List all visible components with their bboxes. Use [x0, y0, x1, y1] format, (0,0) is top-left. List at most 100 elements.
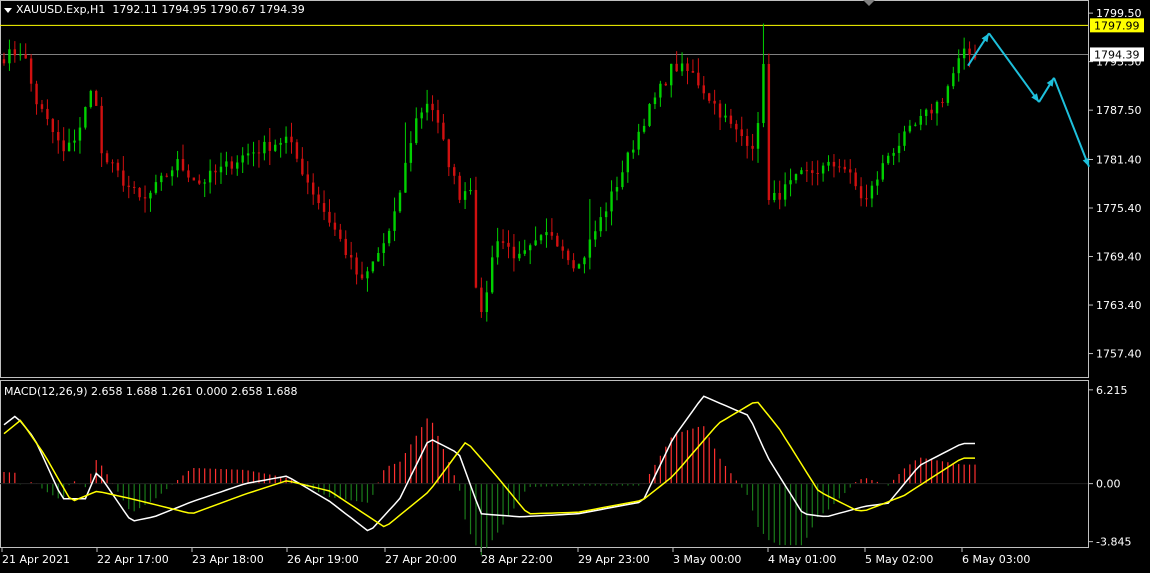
candle-body [409, 143, 413, 163]
price-tick-label: 1787.50 [1096, 104, 1142, 117]
candle-body [534, 240, 537, 246]
price-tick-label: 1781.40 [1096, 153, 1142, 166]
candle-body [447, 139, 451, 168]
candle-body [122, 170, 125, 186]
macd-tick-label: 0.00 [1096, 478, 1121, 491]
macd-signal-line [3, 401, 975, 528]
candle-body [73, 140, 76, 143]
candle-body [442, 122, 445, 140]
candle-body [946, 86, 950, 103]
candle-body [371, 261, 375, 272]
candle-body [35, 83, 38, 105]
candle-body [805, 170, 809, 172]
candle-body [290, 136, 293, 143]
candle-body [637, 131, 640, 150]
candle-body [778, 192, 781, 200]
candle-body [892, 152, 895, 156]
candle-body [246, 153, 250, 156]
candle-body [192, 177, 196, 181]
candle-body [718, 103, 722, 118]
candle-body [702, 85, 705, 94]
candle-body [425, 103, 429, 113]
candle-body [132, 186, 136, 188]
time-tick-label: 23 Apr 18:00 [192, 553, 264, 566]
candle-body [241, 155, 244, 163]
candle-body [691, 71, 695, 73]
candle-body [474, 189, 478, 288]
candle-body [507, 242, 510, 247]
candle-body [317, 194, 320, 204]
candle-body [404, 162, 407, 193]
candle-body [295, 142, 299, 159]
macd-tick-label: -3.845 [1096, 536, 1131, 549]
candle-body [89, 90, 92, 108]
candle-body [257, 152, 261, 154]
scroll-marker-icon[interactable] [863, 0, 875, 6]
trading-chart[interactable]: 1799.50 1793.50 1787.50 1781.40 1775.40 1769.… [0, 0, 1150, 569]
price-layer [0, 23, 1090, 322]
time-tick-label: 4 May 01:00 [768, 553, 836, 566]
candle-body [811, 170, 814, 173]
candle-body [762, 63, 765, 124]
candle-body [632, 149, 635, 153]
candle-body [138, 187, 141, 198]
candle-body [57, 132, 60, 141]
time-tick-label: 3 May 00:00 [673, 553, 741, 566]
candle-body [415, 118, 418, 144]
candle-body [957, 58, 960, 74]
candle-body [545, 232, 548, 236]
candle-body [46, 108, 49, 120]
candle-body [78, 127, 82, 141]
candle-body [360, 274, 364, 279]
candle-body [675, 63, 678, 72]
candle-body [496, 241, 499, 258]
candle-body [859, 186, 863, 199]
candle-body [604, 211, 608, 218]
time-tick-label: 26 Apr 19:00 [287, 553, 359, 566]
candle-body [832, 161, 836, 167]
candle-body [420, 112, 423, 119]
candle-body [729, 115, 733, 124]
candle-body [881, 163, 884, 180]
candle-body [594, 231, 597, 240]
candle-body [306, 174, 309, 183]
candle-body [930, 109, 933, 114]
candle-body [366, 271, 369, 279]
candle-body [707, 93, 711, 101]
candle-body [512, 246, 516, 259]
candle-body [116, 162, 120, 171]
candle-body [821, 165, 825, 174]
symbol-dropdown-icon[interactable] [4, 7, 12, 13]
candle-body [225, 161, 228, 167]
candle-body [181, 159, 185, 171]
macd-panel-frame [0, 380, 1089, 548]
candle-body [561, 246, 564, 251]
candle-body [827, 161, 830, 166]
candle-body [566, 250, 570, 261]
candle-body [387, 230, 391, 244]
candle-body [756, 123, 760, 149]
time-tick-label: 22 Apr 17:00 [97, 553, 169, 566]
candle-body [62, 140, 65, 152]
candle-body [887, 155, 890, 164]
candle-body [24, 54, 27, 59]
candle-body [648, 104, 651, 126]
candle-body [588, 239, 592, 258]
candle-body [29, 58, 33, 84]
current-price-text: 1794.39 [1094, 48, 1140, 61]
candle-body [686, 63, 689, 72]
chart-canvas[interactable]: 1799.501793.501787.501781.401775.401769.… [0, 0, 1150, 569]
candle-body [393, 211, 396, 231]
candle-body [935, 101, 939, 114]
candle-body [187, 170, 190, 178]
macd-tick-label: 6.215 [1096, 384, 1128, 397]
candle-body [919, 115, 922, 125]
candle-body [816, 172, 819, 174]
candle-body [735, 123, 738, 130]
candle-body [615, 187, 619, 192]
candle-body [480, 287, 483, 313]
candle-body [924, 109, 928, 116]
candle-body [436, 110, 440, 123]
candle-body [105, 153, 109, 163]
macd-layer [0, 395, 1088, 556]
